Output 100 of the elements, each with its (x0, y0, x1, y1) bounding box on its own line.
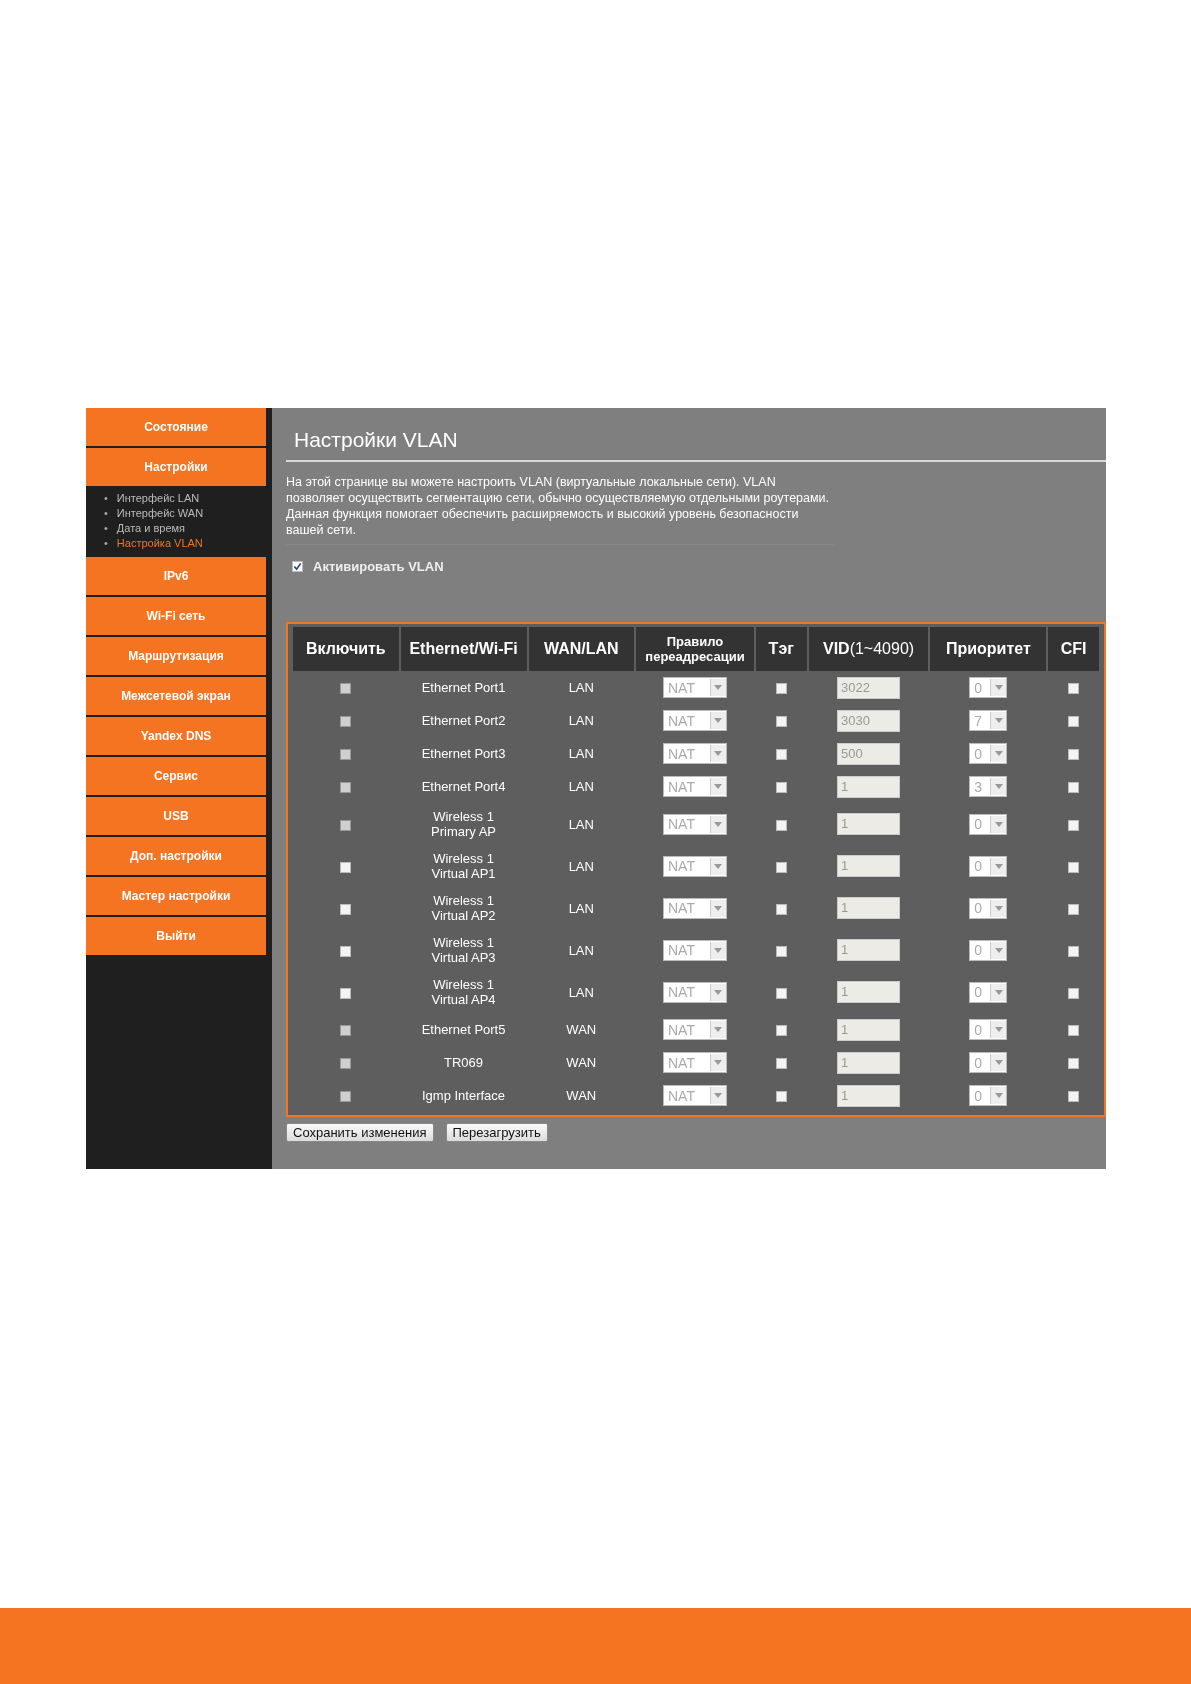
sidebar-item[interactable]: Маршрутизация (86, 637, 266, 675)
cfi-checkbox[interactable] (1068, 945, 1080, 957)
enable-checkbox[interactable] (340, 987, 352, 999)
cfi-checkbox[interactable] (1068, 749, 1080, 761)
cfi-checkbox[interactable] (1068, 1058, 1080, 1070)
tag-checkbox[interactable] (775, 861, 787, 873)
tag-checkbox[interactable] (775, 819, 787, 831)
submenu-item[interactable]: Интерфейс LAN (116, 491, 200, 506)
cfi-checkbox[interactable] (1068, 1091, 1080, 1103)
tag-checkbox[interactable] (775, 716, 787, 728)
tag-checkbox[interactable] (775, 683, 787, 695)
cfi-checkbox[interactable] (1068, 716, 1080, 728)
forwarding-select[interactable]: NAT (663, 776, 727, 797)
cfi-checkbox[interactable] (1068, 1025, 1080, 1037)
forwarding-select[interactable]: NAT (663, 939, 727, 961)
enable-checkbox[interactable] (340, 945, 352, 957)
column-header: Правило переадресации (636, 627, 754, 671)
interface-name: Wireless 1 Virtual AP3 (431, 935, 496, 965)
priority-select[interactable]: 0 (969, 939, 1008, 961)
sidebar-item[interactable]: Настройки (86, 448, 266, 486)
tag-checkbox[interactable] (775, 1025, 787, 1037)
tag-checkbox[interactable] (775, 1091, 787, 1103)
cfi-checkbox[interactable] (1068, 903, 1080, 915)
sidebar-item[interactable]: Состояние (86, 408, 266, 446)
vid-field[interactable]: 1 (837, 981, 901, 1003)
port-type: LAN (568, 858, 594, 874)
port-type: WAN (566, 1022, 597, 1037)
vid-field[interactable]: 1 (837, 855, 901, 877)
interface-name: TR069 (444, 1055, 484, 1070)
interface-name: Wireless 1 Virtual AP4 (431, 977, 496, 1007)
page-title: Настройки VLAN (294, 428, 459, 452)
activate-checkbox[interactable] (292, 561, 303, 572)
priority-select[interactable]: 0 (969, 981, 1008, 1003)
submenu-item[interactable]: Интерфейс WAN (116, 506, 204, 521)
cfi-checkbox[interactable] (1068, 683, 1080, 695)
forwarding-select[interactable]: NAT (663, 1085, 727, 1106)
vid-field[interactable]: 1 (837, 939, 901, 961)
cfi-checkbox[interactable] (1068, 861, 1080, 873)
priority-select[interactable]: 0 (969, 897, 1008, 919)
forwarding-select[interactable]: NAT (663, 813, 727, 835)
sidebar-item[interactable]: Wi-Fi сеть (86, 597, 266, 635)
tag-checkbox[interactable] (775, 749, 787, 761)
column-header: Тэг (755, 627, 807, 671)
vid-field[interactable]: 1 (837, 1018, 901, 1041)
sidebar-item[interactable]: Доп. настройки (86, 837, 266, 875)
forwarding-select[interactable]: NAT (663, 743, 727, 764)
forwarding-select[interactable]: NAT (663, 677, 727, 698)
priority-select[interactable]: 3 (969, 776, 1008, 797)
bullet-mark: • (104, 491, 108, 506)
sidebar-item[interactable]: Сервис (86, 757, 266, 795)
column-header: WAN/LAN (528, 627, 635, 671)
cfi-checkbox[interactable] (1068, 782, 1080, 794)
vid-field[interactable]: 500 (837, 742, 901, 765)
vid-field[interactable]: 1 (837, 1084, 901, 1107)
priority-select[interactable]: 0 (969, 855, 1008, 877)
interface-name: Igmp Interface (422, 1088, 506, 1103)
forwarding-select[interactable]: NAT (663, 1052, 727, 1073)
port-type: WAN (566, 1055, 597, 1070)
vid-field[interactable]: 1 (837, 1051, 901, 1074)
sidebar-item[interactable]: IPv6 (86, 557, 266, 595)
tag-checkbox[interactable] (775, 987, 787, 999)
port-type: LAN (568, 900, 594, 916)
sidebar-item[interactable]: Yandex DNS (86, 717, 266, 755)
port-type: LAN (568, 816, 594, 832)
vid-field[interactable]: 1 (837, 813, 901, 835)
forwarding-select[interactable]: NAT (663, 897, 727, 919)
cfi-checkbox[interactable] (1068, 819, 1080, 831)
forwarding-select[interactable]: NAT (663, 855, 727, 877)
vid-field[interactable]: 1 (837, 775, 901, 798)
vid-field[interactable]: 3030 (837, 709, 901, 732)
form-button[interactable]: Сохранить изменения (286, 1123, 434, 1142)
enable-checkbox[interactable] (340, 861, 352, 873)
tag-checkbox[interactable] (775, 782, 787, 794)
sidebar-item[interactable]: Выйти (86, 917, 266, 955)
vid-field[interactable]: 1 (837, 897, 901, 919)
sidebar-item[interactable]: Межсетевой экран (86, 677, 266, 715)
enable-checkbox[interactable] (340, 903, 352, 915)
column-header: Приоритет (930, 627, 1047, 671)
submenu-item[interactable]: Дата и время (116, 521, 186, 536)
priority-select[interactable]: 0 (969, 677, 1008, 698)
forwarding-select[interactable]: NAT (663, 710, 727, 731)
tag-checkbox[interactable] (775, 945, 787, 957)
tag-checkbox[interactable] (775, 903, 787, 915)
priority-select[interactable]: 7 (969, 710, 1008, 731)
tag-checkbox[interactable] (775, 1058, 787, 1070)
priority-select[interactable]: 0 (969, 1019, 1008, 1040)
vid-field[interactable]: 3022 (837, 676, 901, 699)
priority-select[interactable]: 0 (969, 1085, 1008, 1106)
sidebar-item[interactable]: USB (86, 797, 266, 835)
form-button[interactable]: Перезагрузить (445, 1123, 548, 1142)
forwarding-select[interactable]: NAT (663, 981, 727, 1003)
priority-select[interactable]: 0 (969, 1052, 1008, 1073)
port-type: LAN (568, 746, 594, 761)
priority-select[interactable]: 0 (969, 743, 1008, 764)
interface-name: Ethernet Port3 (421, 746, 506, 761)
priority-select[interactable]: 0 (969, 813, 1008, 835)
sidebar-item[interactable]: Мастер настройки (86, 877, 266, 915)
forwarding-select[interactable]: NAT (663, 1019, 727, 1040)
cfi-checkbox[interactable] (1068, 987, 1080, 999)
submenu-item[interactable]: Настройка VLAN (116, 536, 203, 551)
